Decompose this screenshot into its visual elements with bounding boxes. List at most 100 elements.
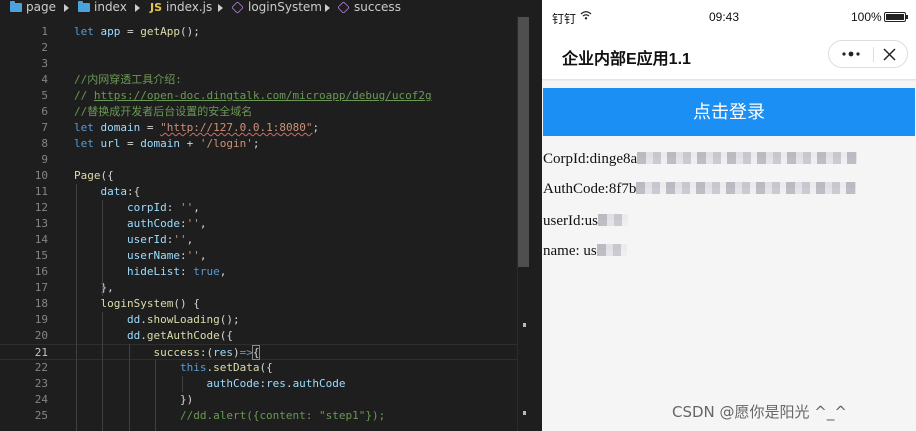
code-token: //替换成开发者后台设置的安全域名 bbox=[74, 105, 253, 118]
code-line[interactable]: 13 authCode:'', bbox=[0, 216, 530, 232]
code-line[interactable]: 11 data:{ bbox=[0, 184, 530, 200]
line-number: 12 bbox=[34, 201, 48, 214]
login-button[interactable]: 点击登录 bbox=[543, 88, 915, 136]
code-token: this bbox=[179, 361, 207, 374]
line-number: 14 bbox=[34, 233, 48, 246]
code-token: , bbox=[193, 201, 200, 214]
code-line[interactable]: 2 bbox=[0, 40, 530, 56]
code-editor[interactable]: page index JS index.js loginSystem succe… bbox=[0, 0, 542, 431]
close-icon[interactable] bbox=[882, 47, 897, 62]
code-text: userName:'', bbox=[74, 248, 206, 264]
code-token: : bbox=[179, 249, 187, 262]
code-line[interactable]: 14 userId:'', bbox=[0, 232, 530, 248]
userid-row: userId:us bbox=[543, 213, 628, 230]
code-text: }) bbox=[74, 392, 193, 408]
indent-guide bbox=[102, 312, 104, 431]
code-token: ({ bbox=[259, 361, 273, 374]
code-token: https://open-doc.dingtalk.com/microapp/d… bbox=[93, 89, 432, 102]
code-area[interactable]: 1 let app = getApp(); 2 3 4//内网穿透工具介绍: 5// ht… bbox=[0, 24, 530, 431]
code-token: "http://127.0.0.1:8080" bbox=[160, 121, 313, 134]
code-token: . bbox=[140, 313, 147, 326]
code-token: //dd.alert({content: "step1"}); bbox=[179, 409, 386, 422]
code-line[interactable]: 16 hideList: true, bbox=[0, 264, 530, 280]
code-token: data bbox=[100, 185, 128, 198]
code-line[interactable]: 8 let url = domain + '/login'; bbox=[0, 136, 530, 152]
code-token: Page bbox=[74, 169, 101, 182]
code-text: let domain = "http://127.0.0.1:8080"; bbox=[74, 120, 319, 136]
code-token: authCode bbox=[126, 217, 180, 230]
code-line[interactable]: 7 let domain = "http://127.0.0.1:8080"; bbox=[0, 120, 530, 136]
code-token: ) bbox=[232, 346, 240, 359]
authcode-row: AuthCode:8f7b bbox=[543, 181, 857, 198]
name-row: name: us bbox=[543, 243, 627, 260]
code-line[interactable]: 25 //dd.alert({content: "step1"}); bbox=[0, 408, 530, 424]
status-bar: 钉钉 09:43 100% bbox=[542, 0, 916, 28]
code-token: userId bbox=[126, 233, 167, 246]
code-line[interactable]: 12 corpId: '', bbox=[0, 200, 530, 216]
line-number: 4 bbox=[41, 73, 48, 86]
line-number: 21 bbox=[34, 346, 48, 359]
breadcrumb-item-loginsystem[interactable]: loginSystem bbox=[231, 0, 322, 15]
code-text: data:{ bbox=[74, 184, 141, 200]
line-number: 20 bbox=[34, 329, 48, 342]
line-number: 9 bbox=[41, 153, 48, 166]
code-line[interactable]: 17 }, bbox=[0, 280, 530, 296]
code-line[interactable]: 22 this.setData({ bbox=[0, 360, 530, 376]
code-line[interactable]: 21 success:(res)=>{ bbox=[0, 344, 530, 360]
corpid-row: CorpId:dinge8a bbox=[543, 151, 858, 168]
code-text: userId:'', bbox=[74, 232, 193, 248]
code-token: let bbox=[74, 137, 94, 150]
code-text: dd.getAuthCode({ bbox=[74, 328, 233, 344]
redaction-mosaic bbox=[637, 152, 858, 164]
breadcrumb-item-success[interactable]: success bbox=[337, 0, 401, 15]
code-token: hideList bbox=[126, 265, 180, 278]
code-line[interactable]: 20 dd.getAuthCode({ bbox=[0, 328, 530, 344]
code-token: . bbox=[140, 329, 147, 342]
code-token: (); bbox=[180, 25, 200, 38]
more-icon[interactable] bbox=[829, 41, 873, 67]
breadcrumb-item-index-js[interactable]: JS index.js bbox=[150, 0, 212, 15]
line-number: 1 bbox=[41, 25, 48, 38]
code-text: authCode:'', bbox=[74, 216, 206, 232]
capsule-divider bbox=[873, 47, 874, 62]
breadcrumb-label: success bbox=[354, 0, 401, 14]
breadcrumb: page index JS index.js loginSystem succe… bbox=[0, 0, 542, 15]
line-number: 15 bbox=[34, 249, 48, 262]
code-line[interactable]: 9 bbox=[0, 152, 530, 168]
indent-guide bbox=[102, 200, 104, 296]
code-text: //替换成开发者后台设置的安全域名 bbox=[74, 104, 252, 120]
breadcrumb-item-index-folder[interactable]: index bbox=[78, 0, 127, 15]
code-line[interactable]: 5 // https://open-doc.dingtalk.com/microa… bbox=[0, 88, 530, 104]
code-line[interactable]: 24 }) bbox=[0, 392, 530, 408]
code-line[interactable]: 18 loginSystem() { bbox=[0, 296, 530, 312]
code-line[interactable]: 6 //替换成开发者后台设置的安全域名 bbox=[0, 104, 530, 120]
code-line[interactable]: 19 dd.showLoading(); bbox=[0, 312, 530, 328]
code-line[interactable]: 3 bbox=[0, 56, 530, 72]
phone-simulator: 钉钉 09:43 100% 企业内部E应用1.1 点击登录 CorpId:din… bbox=[542, 0, 916, 431]
folder-icon bbox=[10, 1, 22, 12]
battery-level bbox=[886, 14, 904, 20]
code-token: () { bbox=[173, 297, 200, 310]
editor-scrollbar-thumb[interactable] bbox=[518, 17, 529, 267]
indent-guide bbox=[155, 360, 157, 431]
code-line[interactable]: 15 userName:'', bbox=[0, 248, 530, 264]
breadcrumb-item-page[interactable]: page bbox=[10, 0, 56, 15]
code-line[interactable]: 10 Page({ bbox=[0, 168, 530, 184]
code-token: + bbox=[180, 137, 200, 150]
code-line[interactable]: 1 let app = getApp(); bbox=[0, 24, 530, 40]
code-line[interactable]: 4 //内网穿透工具介绍: bbox=[0, 72, 530, 88]
code-line[interactable]: 23 authCode:res.authCode bbox=[0, 376, 530, 392]
userid-value: us bbox=[584, 213, 598, 229]
code-token: showLoading bbox=[146, 313, 220, 326]
wifi-icon bbox=[580, 11, 592, 20]
